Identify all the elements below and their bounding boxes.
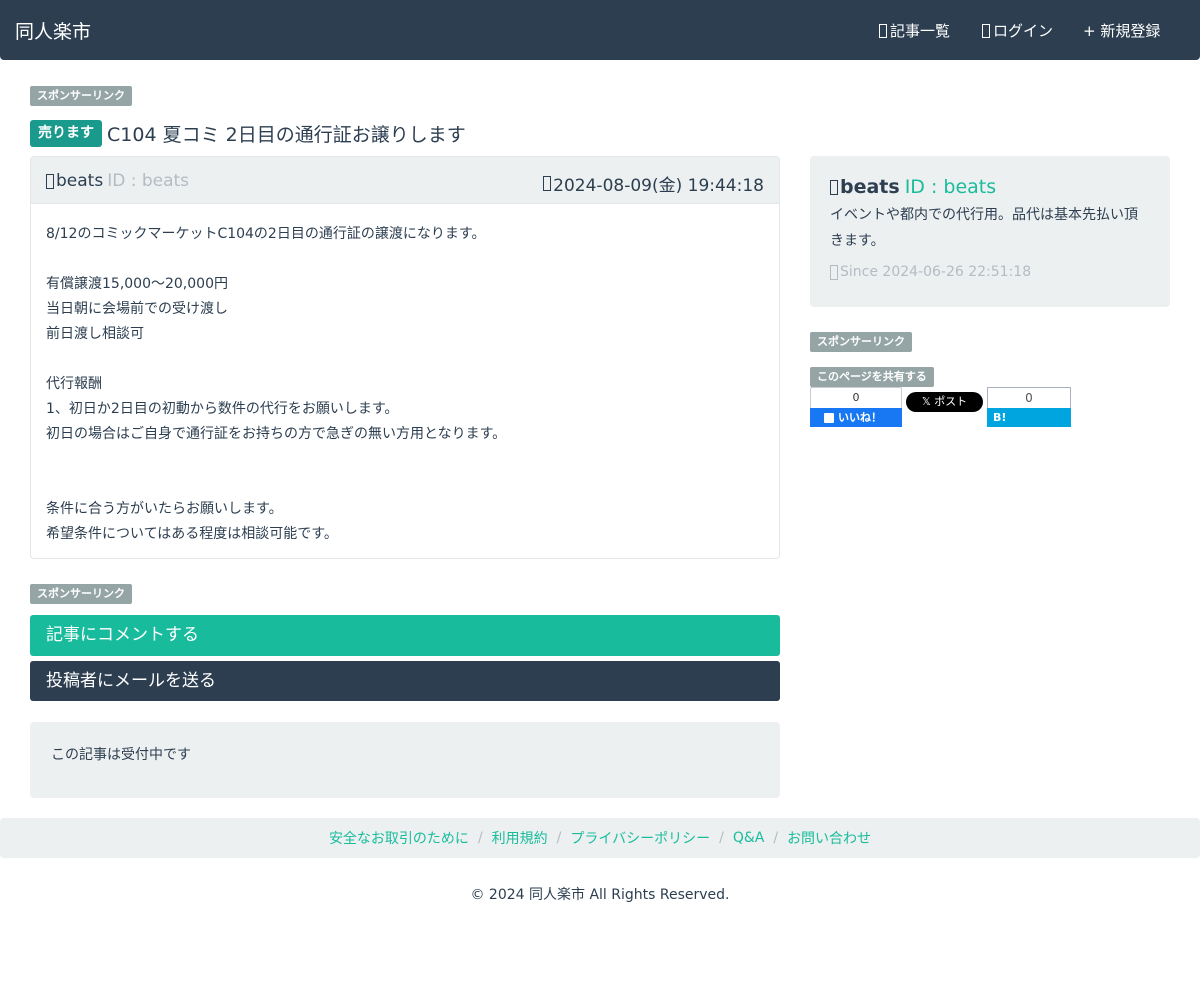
body-line bbox=[46, 447, 764, 472]
user-icon bbox=[46, 173, 54, 189]
body-line: 8/12のコミックマーケットC104の2日目の通行証の譲渡になります。 bbox=[46, 226, 486, 242]
post-body: 8/12のコミックマーケットC104の2日目の通行証の譲渡になります。 有償譲渡… bbox=[31, 204, 779, 558]
body-line: 希望条件についてはある程度は相談可能です。 bbox=[46, 526, 338, 542]
status-text: この記事は受付中です bbox=[51, 747, 191, 763]
post-author[interactable]: beats ID : beats bbox=[46, 171, 189, 191]
profile-user[interactable]: beats ID : beats bbox=[830, 174, 1150, 200]
nav-item-register[interactable]: + 新規登録 bbox=[1083, 20, 1160, 41]
sponsor-badge-side: スポンサーリンク bbox=[810, 332, 912, 352]
nav-item-login[interactable]: ログイン bbox=[982, 20, 1053, 41]
body-line bbox=[46, 472, 764, 497]
share-label: このページを共有する bbox=[810, 367, 934, 387]
login-icon bbox=[982, 23, 990, 38]
body-line: 有償譲渡15,000〜20,000円 bbox=[46, 276, 228, 292]
hatena-bookmark-button[interactable]: B! Bookmark bbox=[987, 408, 1071, 443]
body-line: 条件に合う方がいたらお願いします。 bbox=[46, 501, 283, 517]
mail-author-button[interactable]: 投稿者にメールを送る bbox=[30, 661, 780, 701]
body-line: 当日朝に会場前での受け渡し bbox=[46, 301, 228, 317]
nav-label-login: ログイン bbox=[993, 22, 1054, 40]
calendar-icon bbox=[830, 264, 838, 280]
nav-item-articles[interactable]: 記事一覧 bbox=[879, 20, 950, 41]
x-logo-icon: 𝕏 bbox=[921, 395, 931, 408]
post-tag-badge: 売ります bbox=[30, 119, 102, 147]
hatena-bookmark-widget[interactable]: 0 B! Bookmark bbox=[987, 387, 1071, 443]
post-card: beats ID : beats 2024-08-09(金) 19:44:18 … bbox=[30, 156, 780, 559]
footer-link-privacy[interactable]: プライバシーポリシー bbox=[570, 828, 710, 848]
body-line: 代行報酬 bbox=[46, 376, 102, 392]
user-icon bbox=[830, 179, 838, 195]
navbar: 同人楽市 記事一覧 ログイン + 新規登録 bbox=[0, 0, 1200, 60]
facebook-like-count: 0 bbox=[810, 387, 902, 408]
brand-logo[interactable]: 同人楽市 bbox=[15, 17, 91, 44]
footer-link-qa[interactable]: Q&A bbox=[733, 830, 765, 846]
profile-since: Since 2024-06-26 22:51:18 bbox=[830, 264, 1150, 280]
nav-label-register: + 新規登録 bbox=[1083, 22, 1161, 40]
post-date-text: 2024-08-09(金) 19:44:18 bbox=[553, 176, 764, 196]
profile-since-text: Since 2024-06-26 22:51:18 bbox=[840, 264, 1032, 280]
clock-icon bbox=[543, 176, 552, 191]
sponsor-badge-top: スポンサーリンク bbox=[30, 86, 132, 106]
profile-user-id: ID : beats bbox=[904, 176, 997, 198]
status-box: この記事は受付中です bbox=[30, 722, 780, 798]
profile-card: beats ID : beats イベントや都内での代行用。品代は基本先払い頂き… bbox=[810, 156, 1170, 307]
x-post-button[interactable]: 𝕏 ポスト bbox=[906, 392, 983, 412]
footer-separator: / bbox=[719, 830, 724, 846]
profile-description: イベントや都内での代行用。品代は基本先払い頂きます。 bbox=[830, 207, 1138, 249]
post-title: C104 夏コミ 2日目の通行証お譲りします bbox=[107, 123, 466, 146]
profile-user-name: beats bbox=[840, 176, 900, 198]
footer-link-safety[interactable]: 安全なお取引のために bbox=[329, 828, 469, 848]
post-author-id: ID : beats bbox=[107, 171, 190, 191]
footer-links: 安全なお取引のために / 利用規約 / プライバシーポリシー / Q&A / お… bbox=[0, 818, 1200, 858]
body-line bbox=[46, 347, 764, 372]
body-line bbox=[46, 247, 764, 272]
footer-separator: / bbox=[773, 830, 779, 846]
list-icon bbox=[879, 23, 887, 38]
footer-link-terms[interactable]: 利用規約 bbox=[492, 828, 548, 848]
facebook-like-label: いいね！ bbox=[838, 411, 882, 424]
thumbs-up-icon bbox=[824, 412, 834, 423]
footer-separator: / bbox=[477, 830, 483, 846]
post-author-name: beats bbox=[56, 171, 104, 191]
nav-label-articles: 記事一覧 bbox=[890, 22, 951, 40]
facebook-like-widget[interactable]: 0 いいね！ bbox=[810, 387, 902, 427]
body-line: 前日渡し相談可 bbox=[46, 326, 144, 342]
post-date: 2024-08-09(金) 19:44:18 bbox=[543, 171, 764, 196]
x-post-label: ポスト bbox=[934, 395, 968, 408]
hatena-bookmark-count: 0 bbox=[987, 387, 1071, 408]
body-line: 1、初日か2日目の初動から数件の代行をお願いします。 bbox=[46, 401, 399, 417]
comment-button[interactable]: 記事にコメントする bbox=[30, 615, 780, 656]
footer-link-contact[interactable]: お問い合わせ bbox=[787, 828, 871, 848]
post-header: beats ID : beats 2024-08-09(金) 19:44:18 bbox=[31, 157, 779, 204]
facebook-like-button[interactable]: いいね！ bbox=[810, 408, 902, 427]
sponsor-badge-bottom: スポンサーリンク bbox=[30, 584, 132, 604]
post-title-row: 売ります C104 夏コミ 2日目の通行証お譲りします bbox=[30, 118, 466, 148]
body-line: 初日の場合はご自身で通行証をお持ちの方で急ぎの無い方用となります。 bbox=[46, 426, 507, 442]
footer-separator: / bbox=[556, 830, 562, 846]
copyright: © 2024 同人楽市 All Rights Reserved. bbox=[470, 887, 730, 903]
